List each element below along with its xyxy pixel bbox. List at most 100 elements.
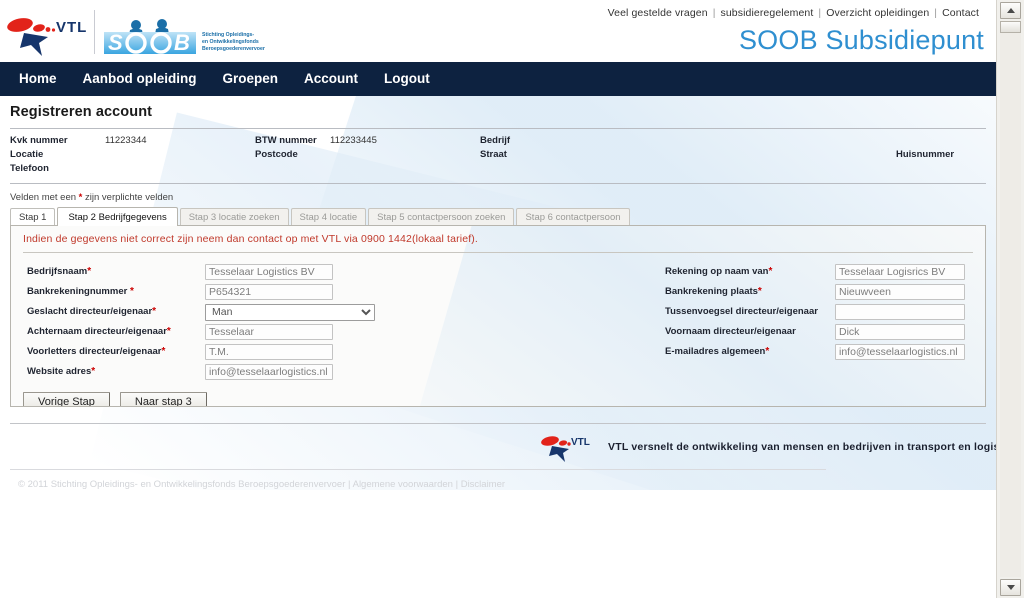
input-bedrijfsnaam[interactable] xyxy=(205,264,333,280)
footer-link-disclaimer[interactable]: Disclaimer xyxy=(461,479,505,490)
summary-label-btw: BTW nummer xyxy=(255,135,317,146)
utility-link-contact[interactable]: Contact xyxy=(937,7,984,19)
summary-label-huisnummer: Huisnummer xyxy=(896,149,955,160)
summary-value-bedrijf xyxy=(540,134,896,148)
registration-form-grid: Bedrijfsnaam* Rekening op naam van* Bank… xyxy=(11,253,985,382)
input-website-adres[interactable] xyxy=(205,364,333,380)
required-star-website: * xyxy=(91,366,96,377)
grid-spacer-r6 xyxy=(345,362,665,382)
svg-text:VTL: VTL xyxy=(56,19,87,36)
required-star-rekening: * xyxy=(768,266,773,277)
footer-tagline: VTL versnelt de ontwikkeling van mensen … xyxy=(608,440,996,453)
label-website-adres-text: Website adres xyxy=(27,366,92,377)
tab-stap-4-locatie[interactable]: Stap 4 locatie xyxy=(290,208,367,225)
nav-item-home[interactable]: Home xyxy=(6,62,70,96)
browser-page: VTL S B Stichting Opleidings- en Ontwikk… xyxy=(0,0,1024,598)
label-voorletters-directeur: Voorletters directeur/eigenaar* xyxy=(27,342,205,362)
label-geslacht-directeur-text: Geslacht directeur/eigenaar xyxy=(27,306,153,317)
summary-label-telefoon: Telefoon xyxy=(10,163,49,174)
required-star-geslacht: * xyxy=(152,306,157,317)
summary-value-postcode xyxy=(330,148,480,162)
logo-divider xyxy=(94,10,95,54)
tab-stap-6-contactpersoon[interactable]: Stap 6 contactpersoon xyxy=(516,208,630,225)
tab-stap-5-contactpersoon-zoeken[interactable]: Stap 5 contactpersoon zoeken xyxy=(368,208,515,225)
tab-stap-2-bedrijfgegevens[interactable]: Stap 2 Bedrijfgegevens xyxy=(57,207,178,226)
input-rekening-op-naam-van[interactable] xyxy=(835,264,965,280)
required-star-bankrekening-plaats: * xyxy=(757,286,762,297)
required-star-bankrekeningnummer: * xyxy=(129,286,134,297)
svg-text:B: B xyxy=(174,30,190,55)
form-actions: Vorige Stap Naar stap 3 xyxy=(11,382,985,406)
input-voorletters-directeur[interactable] xyxy=(205,344,333,360)
nav-item-groepen[interactable]: Groepen xyxy=(210,62,292,96)
nav-item-aanbod-opleiding[interactable]: Aanbod opleiding xyxy=(70,62,210,96)
required-star-achternaam: * xyxy=(166,326,171,337)
utility-link-subsidieregelement[interactable]: subsidieregelement xyxy=(716,7,819,19)
page-body: Registreren account Kvk nummer 11223344 … xyxy=(0,96,996,490)
site-header: VTL S B Stichting Opleidings- en Ontwikk… xyxy=(0,0,996,62)
scrollbar-thumb[interactable] xyxy=(1000,21,1021,33)
scroll-down-button[interactable] xyxy=(1000,579,1021,596)
summary-value-locatie xyxy=(105,148,255,162)
vertical-scrollbar[interactable] xyxy=(996,0,1024,598)
input-tussenvoegsel-directeur[interactable] xyxy=(835,304,965,320)
site-footer: VTL VTL versnelt de ontwikkeling van men… xyxy=(10,407,996,490)
grid-spacer-r1 xyxy=(345,262,665,282)
summary-value-straat xyxy=(540,148,896,162)
browser-viewport: VTL S B Stichting Opleidings- en Ontwikk… xyxy=(0,0,996,598)
label-bankrekening-plaats: Bankrekening plaats* xyxy=(665,282,835,302)
registration-form-panel: Indien de gegevens niet correct zijn nee… xyxy=(10,225,986,407)
tab-stap-3-locatie-zoeken[interactable]: Stap 3 locatie zoeken xyxy=(179,208,289,225)
previous-step-button[interactable]: Vorige Stap xyxy=(23,392,110,406)
footer-copyright: © 2011 Stichting Opleidings- en Ontwikke… xyxy=(10,470,986,490)
label-achternaam-directeur-text: Achternaam directeur/eigenaar xyxy=(27,326,167,337)
copyright-sep-1: | xyxy=(345,479,353,490)
input-voornaam-directeur[interactable] xyxy=(835,324,965,340)
footer-link-terms[interactable]: Algemene voorwaarden xyxy=(353,479,453,490)
label-bankrekeningnummer-text: Bankrekeningnummer xyxy=(27,286,130,297)
label-voornaam-directeur: Voornaam directeur/eigenaar xyxy=(665,326,796,337)
grid-spacer-r2 xyxy=(345,282,665,302)
grid-spacer-r6b xyxy=(665,362,835,382)
required-star-bedrijfsnaam: * xyxy=(87,266,92,277)
hint-text-pre: Velden met een xyxy=(10,192,79,203)
svg-text:S: S xyxy=(108,30,126,55)
input-achternaam-directeur[interactable] xyxy=(205,324,333,340)
summary-value-kvk: 11223344 xyxy=(105,135,147,146)
input-bankrekeningnummer[interactable] xyxy=(205,284,333,300)
hint-text-post: zijn verplichte velden xyxy=(82,192,174,203)
utility-link-overzicht-opleidingen[interactable]: Overzicht opleidingen xyxy=(821,7,934,19)
scrollbar-track[interactable] xyxy=(1000,21,1021,577)
tab-stap-1[interactable]: Stap 1 xyxy=(10,208,56,225)
soob-logo[interactable]: S B Stichting Opleidings- en Ontwikkelin… xyxy=(100,16,265,58)
vtl-logo[interactable]: VTL xyxy=(6,12,90,56)
svg-text:VTL: VTL xyxy=(571,437,590,448)
summary-label-kvk: Kvk nummer xyxy=(10,135,68,146)
soob-tagline-1: Stichting Opleidings- xyxy=(202,32,254,38)
label-tussenvoegsel-directeur: Tussenvoegsel directeur/eigenaar xyxy=(665,306,818,317)
summary-spacer-4 xyxy=(480,162,540,176)
nav-item-logout[interactable]: Logout xyxy=(371,62,443,96)
nav-item-account[interactable]: Account xyxy=(291,62,371,96)
summary-value-telefoon xyxy=(105,162,255,176)
label-voorletters-directeur-text: Voorletters directeur/eigenaar xyxy=(27,346,162,357)
utility-nav: Veel gestelde vragen | subsidieregelement |… xyxy=(603,7,984,19)
copyright-text: © 2011 Stichting Opleidings- en Ontwikke… xyxy=(18,479,346,490)
main-navigation: Home Aanbod opleiding Groepen Account Lo… xyxy=(0,62,996,96)
next-step-button[interactable]: Naar stap 3 xyxy=(119,392,207,406)
scroll-up-button[interactable] xyxy=(1000,2,1021,19)
label-bankrekening-plaats-text: Bankrekening plaats xyxy=(665,286,758,297)
input-emailadres-algemeen[interactable] xyxy=(835,344,965,360)
label-rekening-op-naam-van-text: Rekening op naam van xyxy=(665,266,769,277)
page-title: Registreren account xyxy=(10,104,153,120)
summary-label-straat: Straat xyxy=(480,149,507,160)
footer-vtl-logo: VTL xyxy=(540,432,596,462)
select-geslacht-directeur[interactable]: Man Vrouw xyxy=(205,303,375,321)
summary-spacer-2 xyxy=(255,162,330,176)
utility-link-faq[interactable]: Veel gestelde vragen xyxy=(603,7,713,19)
label-bedrijfsnaam-text: Bedrijfsnaam xyxy=(27,266,88,277)
soob-tagline-3: Beroepsgoederenvervoer xyxy=(202,46,265,52)
label-rekening-op-naam-van: Rekening op naam van* xyxy=(665,262,835,282)
summary-label-locatie: Locatie xyxy=(10,149,44,160)
input-bankrekening-plaats[interactable] xyxy=(835,284,965,300)
